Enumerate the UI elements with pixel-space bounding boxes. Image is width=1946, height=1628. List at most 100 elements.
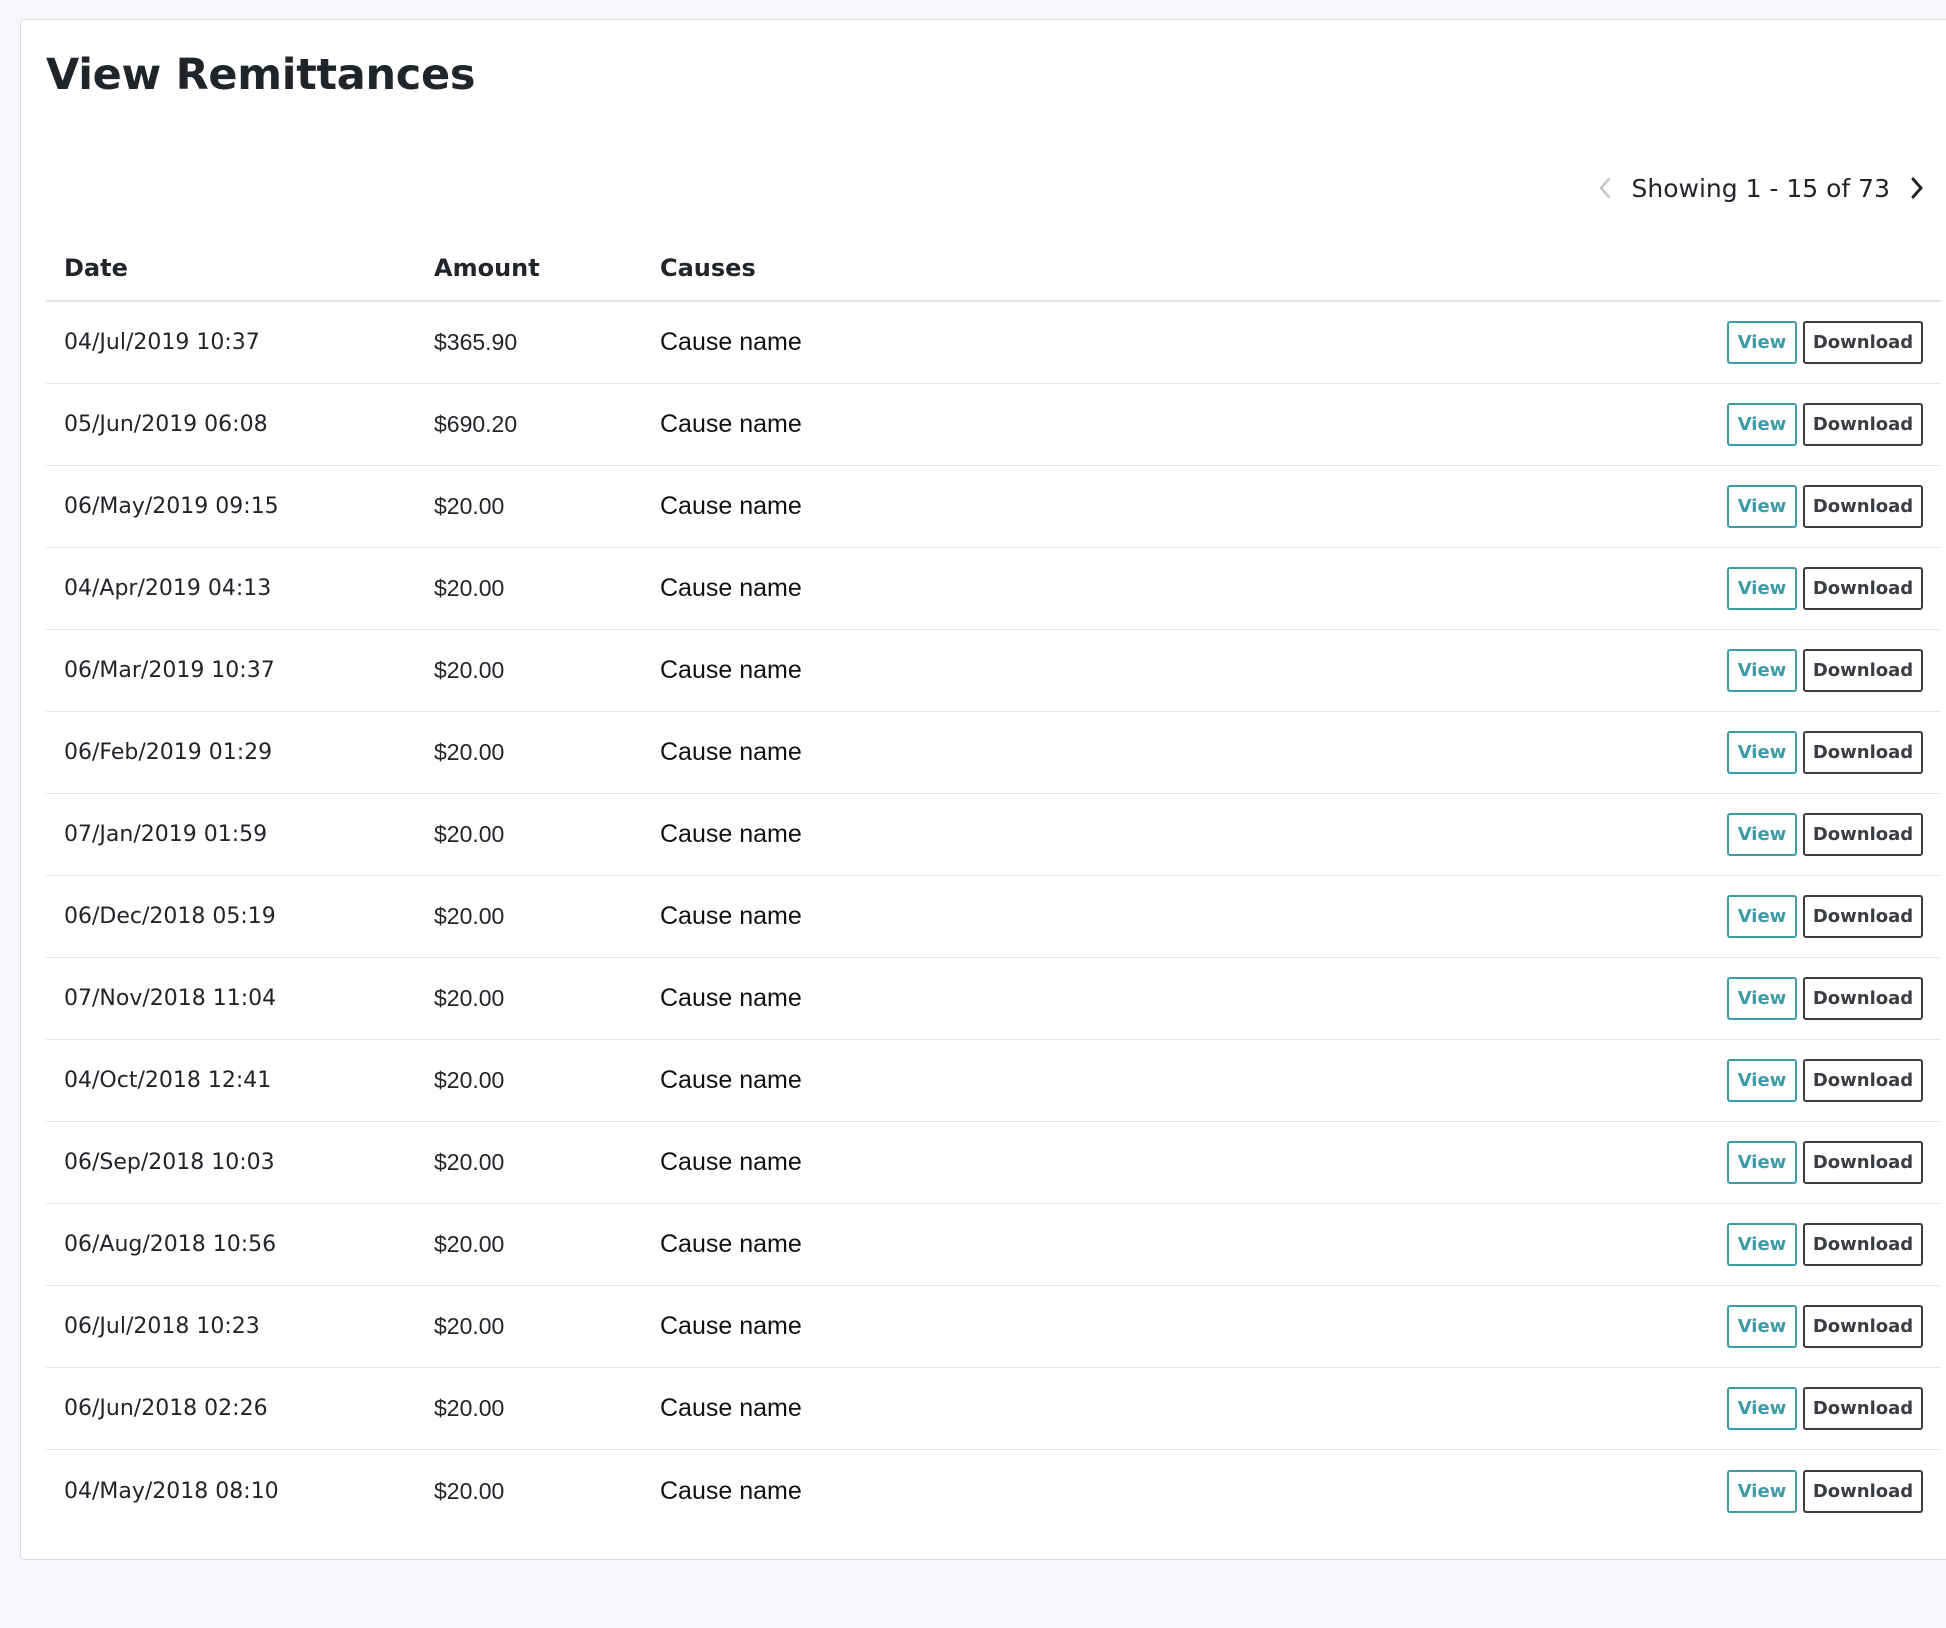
cell-amount: $20.00 [434, 1395, 505, 1421]
view-button[interactable]: View [1727, 977, 1797, 1020]
download-button[interactable]: Download [1803, 1305, 1923, 1348]
cell-date: 05/Jun/2019 06:08 [64, 412, 268, 437]
cell-date: 06/May/2019 09:15 [64, 494, 279, 519]
remittances-card: View Remittances Showing 1 - 15 of 73 Da… [20, 19, 1946, 1560]
table-row: 06/Aug/2018 10:56 $20.00 Cause name View… [46, 1204, 1941, 1286]
chevron-right-icon[interactable] [1902, 168, 1932, 208]
view-button[interactable]: View [1727, 649, 1797, 692]
download-button[interactable]: Download [1803, 813, 1923, 856]
cell-date: 04/Oct/2018 12:41 [64, 1068, 272, 1093]
view-button[interactable]: View [1727, 1305, 1797, 1348]
table-row: 04/Apr/2019 04:13 $20.00 Cause name View… [46, 548, 1941, 630]
view-button[interactable]: View [1727, 1387, 1797, 1430]
cell-cause: Cause name [660, 1066, 802, 1094]
remittances-table: Date Amount Causes 04/Jul/2019 10:37 $36… [46, 235, 1941, 1532]
download-button[interactable]: Download [1803, 567, 1923, 610]
cell-date: 06/Jul/2018 10:23 [64, 1314, 260, 1339]
column-header-causes: Causes [660, 253, 756, 282]
column-header-amount: Amount [434, 253, 540, 282]
table-row: 05/Jun/2019 06:08 $690.20 Cause name Vie… [46, 384, 1941, 466]
download-button[interactable]: Download [1803, 403, 1923, 446]
table-row: 07/Jan/2019 01:59 $20.00 Cause name View… [46, 794, 1941, 876]
view-button[interactable]: View [1727, 1141, 1797, 1184]
view-button[interactable]: View [1727, 895, 1797, 938]
row-actions: View Download [1701, 1305, 1941, 1348]
table-row: 06/Feb/2019 01:29 $20.00 Cause name View… [46, 712, 1941, 794]
cell-amount: $20.00 [434, 739, 505, 765]
view-button[interactable]: View [1727, 567, 1797, 610]
page-title: View Remittances [46, 50, 476, 100]
view-button[interactable]: View [1727, 321, 1797, 364]
row-actions: View Download [1701, 1141, 1941, 1184]
cell-cause: Cause name [660, 328, 802, 356]
cell-cause: Cause name [660, 574, 802, 602]
cell-amount: $20.00 [434, 903, 505, 929]
view-button[interactable]: View [1727, 1059, 1797, 1102]
download-button[interactable]: Download [1803, 1223, 1923, 1266]
cell-cause: Cause name [660, 410, 802, 438]
row-actions: View Download [1701, 321, 1941, 364]
cell-amount: $20.00 [434, 1149, 505, 1175]
download-button[interactable]: Download [1803, 485, 1923, 528]
view-button[interactable]: View [1727, 813, 1797, 856]
table-row: 06/May/2019 09:15 $20.00 Cause name View… [46, 466, 1941, 548]
row-actions: View Download [1701, 649, 1941, 692]
download-button[interactable]: Download [1803, 649, 1923, 692]
cell-amount: $20.00 [434, 575, 505, 601]
row-actions: View Download [1701, 1387, 1941, 1430]
download-button[interactable]: Download [1803, 1387, 1923, 1430]
cell-date: 07/Jan/2019 01:59 [64, 822, 268, 847]
cell-date: 06/Sep/2018 10:03 [64, 1150, 275, 1175]
cell-cause: Cause name [660, 1312, 802, 1340]
row-actions: View Download [1701, 1469, 1941, 1513]
row-actions: View Download [1701, 1223, 1941, 1266]
table-row: 07/Nov/2018 11:04 $20.00 Cause name View… [46, 958, 1941, 1040]
row-actions: View Download [1701, 567, 1941, 610]
download-button[interactable]: Download [1803, 1059, 1923, 1102]
row-actions: View Download [1701, 485, 1941, 528]
table-row: 06/Sep/2018 10:03 $20.00 Cause name View… [46, 1122, 1941, 1204]
cell-amount: $20.00 [434, 657, 505, 683]
cell-cause: Cause name [660, 1230, 802, 1258]
cell-cause: Cause name [660, 820, 802, 848]
row-actions: View Download [1701, 403, 1941, 446]
cell-date: 04/May/2018 08:10 [64, 1478, 279, 1504]
cell-amount: $20.00 [434, 493, 505, 519]
cell-amount: $20.00 [434, 1067, 505, 1093]
row-actions: View Download [1701, 813, 1941, 856]
view-button[interactable]: View [1727, 731, 1797, 774]
cell-cause: Cause name [660, 1394, 802, 1422]
download-button[interactable]: Download [1803, 895, 1923, 938]
cell-amount: $20.00 [434, 1231, 505, 1257]
view-button[interactable]: View [1727, 1223, 1797, 1266]
view-button[interactable]: View [1727, 403, 1797, 446]
chevron-left-icon[interactable] [1590, 168, 1620, 208]
table-header: Date Amount Causes [46, 235, 1941, 302]
cell-amount: $20.00 [434, 821, 505, 847]
view-button[interactable]: View [1727, 485, 1797, 528]
pagination-status: Showing 1 - 15 of 73 [1631, 173, 1891, 203]
download-button[interactable]: Download [1803, 731, 1923, 774]
table-row: 04/Oct/2018 12:41 $20.00 Cause name View… [46, 1040, 1941, 1122]
download-button[interactable]: Download [1803, 1469, 1923, 1513]
cell-date: 04/Jul/2019 10:37 [64, 330, 260, 355]
row-actions: View Download [1701, 731, 1941, 774]
download-button[interactable]: Download [1803, 1141, 1923, 1184]
cell-amount: $690.20 [434, 411, 518, 437]
table-row: 06/Jun/2018 02:26 $20.00 Cause name View… [46, 1368, 1941, 1450]
download-button[interactable]: Download [1803, 977, 1923, 1020]
download-button[interactable]: Download [1803, 321, 1923, 364]
table-row: 06/Dec/2018 05:19 $20.00 Cause name View… [46, 876, 1941, 958]
view-button[interactable]: View [1727, 1469, 1797, 1513]
column-header-date: Date [64, 253, 128, 282]
cell-cause: Cause name [660, 1148, 802, 1176]
cell-date: 06/Mar/2019 10:37 [64, 658, 275, 683]
cell-cause: Cause name [660, 902, 802, 930]
row-actions: View Download [1701, 977, 1941, 1020]
cell-cause: Cause name [660, 984, 802, 1012]
cell-amount: $20.00 [434, 1477, 505, 1504]
table-row: 04/Jul/2019 10:37 $365.90 Cause name Vie… [46, 302, 1941, 384]
table-row: 04/May/2018 08:10 $20.00 Cause name View… [46, 1450, 1941, 1532]
cell-cause: Cause name [660, 1476, 802, 1505]
cell-cause: Cause name [660, 738, 802, 766]
